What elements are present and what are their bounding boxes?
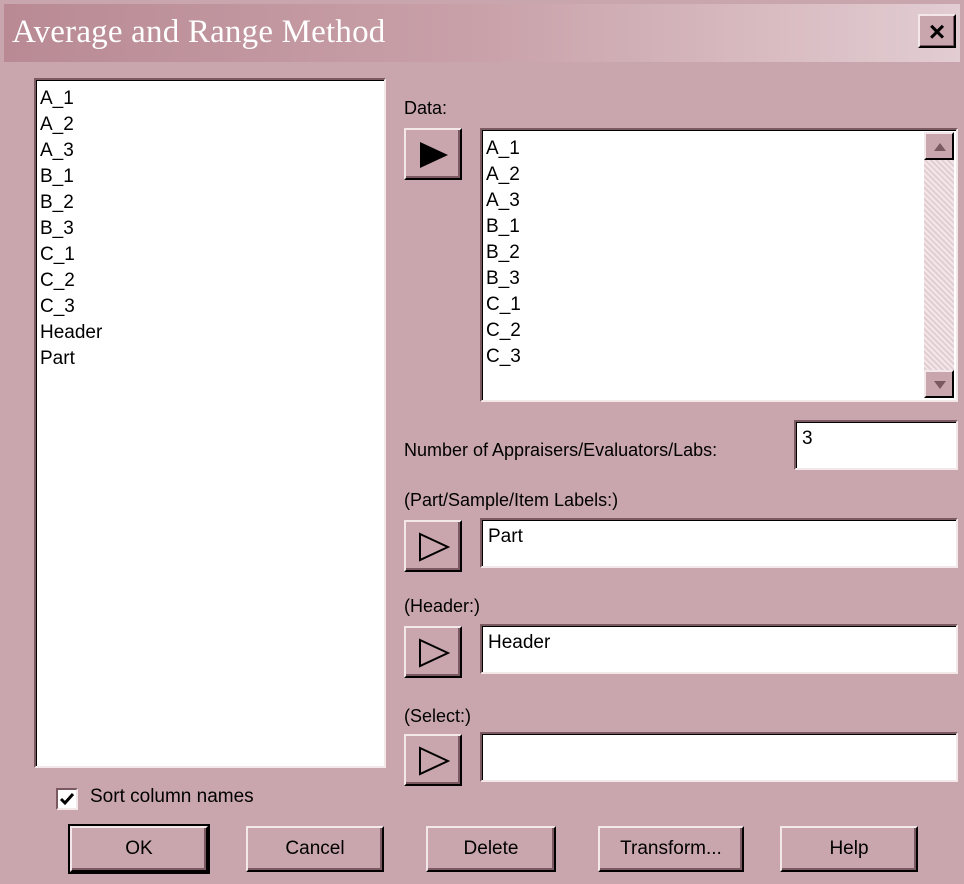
header-label: (Header:) [404,596,481,616]
appraisers-input[interactable]: 3 [794,420,958,470]
variable-list-item[interactable]: B_1 [36,164,384,190]
scroll-down-button[interactable] [924,370,954,398]
data-list-item[interactable]: A_1 [482,136,956,162]
scroll-up-button[interactable] [924,132,954,160]
filled-right-arrow-icon [420,142,448,168]
data-list-item[interactable]: C_1 [482,292,956,318]
outline-right-arrow-icon [419,532,450,562]
appraisers-label: Number of Appraisers/Evaluators/Labs: [404,440,718,460]
ok-button[interactable]: OK [68,824,210,874]
sort-checkbox[interactable] [56,788,78,810]
part-labels-field[interactable]: Part [480,518,958,568]
data-list-item[interactable]: B_1 [482,214,956,240]
variable-list-item[interactable]: C_3 [36,294,384,320]
scroll-up-icon [934,143,946,151]
data-scrollbar[interactable] [924,132,954,398]
close-button[interactable]: × [918,14,956,48]
data-field[interactable]: A_1 A_2 A_3 B_1 B_2 B_3 C_1 C_2 C_3 [480,128,958,402]
variable-list-item[interactable]: B_3 [36,216,384,242]
header-value: Header [488,632,551,653]
part-labels-add-button[interactable] [404,520,462,572]
part-labels-label: (Part/Sample/Item Labels:) [404,490,619,510]
transform-button[interactable]: Transform... [598,826,744,872]
select-field[interactable] [480,732,958,782]
dialog-title: Average and Range Method [12,14,386,50]
title-bar: Average and Range Method × [4,4,960,62]
data-list-item[interactable]: A_3 [482,188,956,214]
delete-button[interactable]: Delete [426,826,556,872]
cancel-button[interactable]: Cancel [246,826,384,872]
appraisers-value: 3 [802,428,813,449]
variable-list-item[interactable]: A_1 [36,86,384,112]
data-list-item[interactable]: A_2 [482,162,956,188]
outline-right-arrow-icon [419,746,450,776]
variable-list-item[interactable]: A_2 [36,112,384,138]
data-list-item[interactable]: C_3 [482,344,956,370]
outline-right-arrow-icon [419,638,450,668]
variables-list[interactable]: A_1 A_2 A_3 B_1 B_2 B_3 C_1 C_2 C_3 Header Part [34,78,386,768]
variable-list-item[interactable]: A_3 [36,138,384,164]
variable-list-item[interactable]: C_2 [36,268,384,294]
header-add-button[interactable] [404,626,462,678]
data-list-item[interactable]: B_2 [482,240,956,266]
data-label: Data: [404,98,448,118]
close-icon: × [928,16,946,47]
sort-label: Sort column names [90,786,254,807]
dialog: Average and Range Method × A_1 A_2 A_3 B_1 B… [0,0,964,884]
data-list-item[interactable]: B_3 [482,266,956,292]
select-label: (Select:) [404,706,472,726]
part-labels-value: Part [488,526,523,547]
header-field[interactable]: Header [480,624,958,674]
variable-list-item[interactable]: Part [36,346,384,372]
variable-list-item[interactable]: C_1 [36,242,384,268]
help-button[interactable]: Help [780,826,918,872]
data-add-button[interactable] [404,128,462,180]
data-list-item[interactable]: C_2 [482,318,956,344]
variable-list-item[interactable]: Header [36,320,384,346]
variable-list-item[interactable]: B_2 [36,190,384,216]
checkmark-icon [59,793,75,806]
scroll-down-icon [934,381,946,389]
select-add-button[interactable] [404,734,462,786]
